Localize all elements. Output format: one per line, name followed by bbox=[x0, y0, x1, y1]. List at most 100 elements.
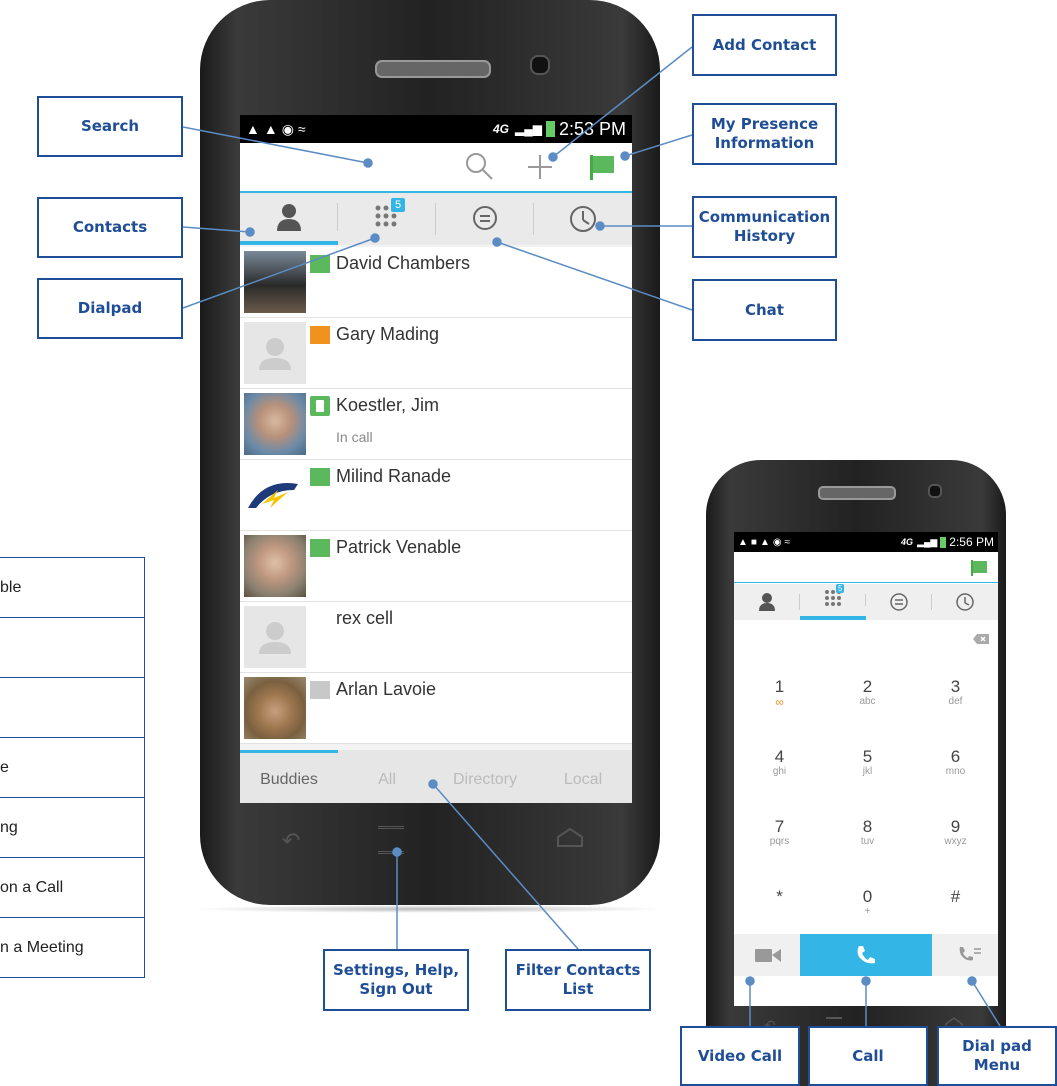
callout-chat: Chat bbox=[692, 279, 837, 341]
green-flag-icon bbox=[310, 539, 330, 557]
status-time: 2:53 PM bbox=[558, 118, 626, 139]
back-button-icon[interactable]: ↶ bbox=[282, 828, 300, 854]
person-icon bbox=[277, 204, 301, 231]
legend-row: e bbox=[0, 737, 145, 798]
search-icon[interactable] bbox=[464, 151, 494, 186]
legend-row bbox=[0, 677, 145, 738]
avatar bbox=[244, 251, 306, 313]
list-item[interactable]: Koestler, Jim In call bbox=[240, 389, 632, 460]
callout-settings: Settings, Help, Sign Out bbox=[323, 949, 469, 1011]
dialpad-grid: 1 ∞ 2 abc 3 def 4 ghi 5 jkl 6 mno 7 pqrs 8 tuv 9… bbox=[734, 654, 998, 982]
front-camera bbox=[928, 484, 942, 498]
tab-chat[interactable] bbox=[866, 584, 932, 620]
notification-icons: ▲▲◉≈ bbox=[246, 120, 310, 137]
callout-communication-history: Communication History bbox=[692, 196, 837, 258]
dialpad-menu-button[interactable] bbox=[958, 945, 982, 970]
voicemail-icon: ∞ bbox=[775, 695, 784, 709]
callout-dialpad: Dialpad bbox=[37, 278, 183, 339]
phone-large: ▲▲◉≈ 4G ▂▄▆ 2:53 PM 5 David Chambers Gar… bbox=[200, 0, 660, 905]
chat-icon bbox=[890, 593, 908, 611]
contact-name: Arlan Lavoie bbox=[336, 679, 437, 699]
main-tabs: 5 bbox=[240, 193, 632, 245]
filter-buddies[interactable]: Buddies bbox=[240, 750, 338, 803]
tab-contacts[interactable] bbox=[734, 584, 800, 620]
callout-search: Search bbox=[37, 96, 183, 157]
phone-shadow bbox=[190, 905, 670, 913]
add-contact-icon[interactable] bbox=[526, 153, 554, 186]
legend-row bbox=[0, 617, 145, 678]
callout-contacts: Contacts bbox=[37, 197, 183, 258]
earpiece bbox=[818, 486, 896, 500]
person-icon bbox=[759, 593, 775, 611]
list-item[interactable]: Gary Mading bbox=[240, 318, 632, 389]
legend-row: ble bbox=[0, 557, 145, 618]
phone-icon bbox=[857, 946, 875, 964]
tab-history[interactable] bbox=[534, 193, 632, 245]
list-item[interactable]: rex cell bbox=[240, 602, 632, 673]
screen-large: ▲▲◉≈ 4G ▂▄▆ 2:53 PM 5 David Chambers Gar… bbox=[240, 115, 632, 803]
avatar bbox=[244, 535, 306, 597]
dialpad-badge: 5 bbox=[836, 583, 845, 593]
battery-icon bbox=[545, 121, 555, 137]
dial-number-field[interactable] bbox=[734, 622, 998, 655]
tab-chat[interactable] bbox=[436, 193, 534, 245]
dialpad-icon: 5 bbox=[374, 197, 406, 235]
callout-dial-pad-menu: Dial pad Menu bbox=[937, 1026, 1057, 1086]
home-button-icon[interactable] bbox=[555, 826, 585, 853]
call-button[interactable] bbox=[800, 934, 932, 976]
avatar bbox=[244, 677, 306, 739]
backspace-icon[interactable] bbox=[972, 632, 990, 650]
menu-button-icon[interactable] bbox=[378, 826, 404, 854]
app-bar bbox=[734, 552, 998, 583]
presence-flag-icon[interactable] bbox=[588, 153, 616, 186]
tab-history[interactable] bbox=[932, 584, 998, 620]
list-item[interactable]: Patrick Venable bbox=[240, 531, 632, 602]
contact-name: David Chambers bbox=[336, 253, 471, 273]
callout-filter-contacts: Filter Contacts List bbox=[505, 949, 651, 1011]
presence-flag-icon[interactable] bbox=[970, 559, 988, 582]
call-action-bar bbox=[734, 934, 998, 976]
legend-row: ng bbox=[0, 797, 145, 858]
contact-name: Milind Ranade bbox=[336, 466, 452, 486]
clock-icon bbox=[956, 593, 974, 611]
front-camera bbox=[530, 55, 550, 75]
tab-dialpad[interactable]: 5 bbox=[338, 193, 436, 245]
battery-icon bbox=[940, 536, 947, 548]
status-bar: ▲▲◉≈ 4G ▂▄▆ 2:53 PM bbox=[240, 115, 632, 143]
orange-flag-icon bbox=[310, 326, 330, 344]
app-bar bbox=[240, 143, 632, 193]
network-label: 4G bbox=[901, 537, 914, 547]
filter-directory[interactable]: Directory bbox=[436, 753, 534, 803]
video-call-button[interactable] bbox=[754, 946, 782, 969]
green-flag-icon bbox=[310, 468, 330, 486]
contact-name: Patrick Venable bbox=[336, 537, 462, 557]
list-item[interactable]: Arlan Lavoie bbox=[240, 673, 632, 744]
dialpad-icon: 5 bbox=[824, 583, 845, 612]
list-item[interactable]: David Chambers bbox=[240, 247, 632, 318]
tab-dialpad[interactable]: 5 bbox=[800, 583, 866, 620]
earpiece bbox=[375, 60, 491, 78]
contact-name: Koestler, Jim bbox=[336, 395, 440, 415]
status-bar: ▲■▲◉≈ 4G ▂▄▆ 2:56 PM bbox=[734, 532, 998, 552]
callout-add-contact: Add Contact bbox=[692, 14, 837, 76]
filter-local[interactable]: Local bbox=[534, 753, 632, 803]
signal-icon: ▂▄▆ bbox=[514, 122, 542, 136]
avatar bbox=[244, 393, 306, 455]
notification-icons: ▲■▲◉≈ bbox=[738, 536, 794, 548]
presence-legend-table: ble e ng on a Call n a Meeting bbox=[0, 557, 145, 978]
status-time: 2:56 PM bbox=[949, 535, 994, 549]
avatar bbox=[244, 322, 306, 384]
clock-icon bbox=[570, 206, 596, 232]
green-flag-icon bbox=[310, 255, 330, 273]
phone-small: ▲■▲◉≈ 4G ▂▄▆ 2:56 PM 5 1 ∞ 2 abc 3 def 4… bbox=[706, 460, 1006, 1086]
contact-status: In call bbox=[336, 429, 373, 445]
tab-contacts[interactable] bbox=[240, 193, 338, 245]
screen-small: ▲■▲◉≈ 4G ▂▄▆ 2:56 PM 5 1 ∞ 2 abc 3 def 4… bbox=[734, 532, 998, 1006]
network-label: 4G bbox=[492, 122, 509, 136]
filter-all[interactable]: All bbox=[338, 753, 436, 803]
list-item[interactable]: Milind Ranade bbox=[240, 460, 632, 531]
callout-call: Call bbox=[808, 1026, 928, 1086]
phone-status-icon bbox=[310, 396, 330, 416]
contact-name: Gary Mading bbox=[336, 324, 440, 344]
gray-flag-icon bbox=[310, 681, 330, 699]
